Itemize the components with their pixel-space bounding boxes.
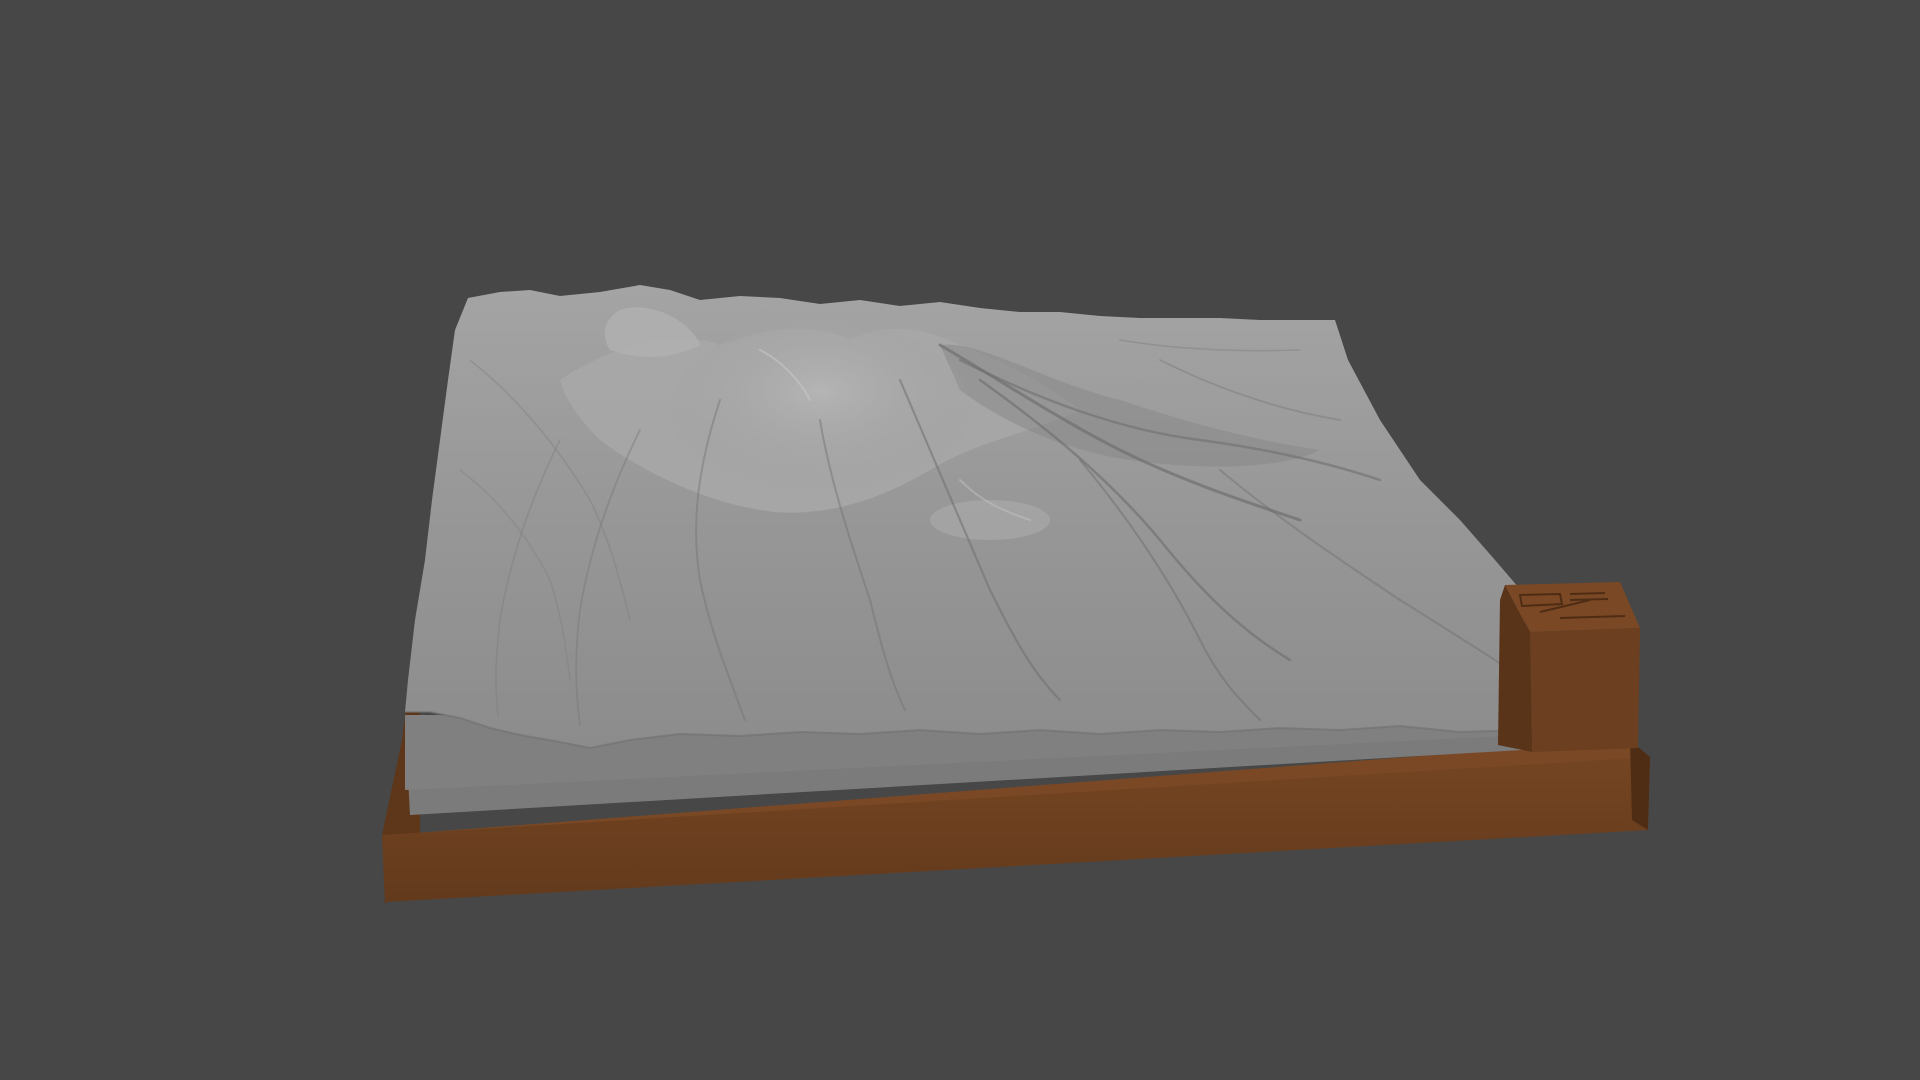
label-block xyxy=(1498,582,1640,752)
frame-right-end xyxy=(1630,740,1650,830)
3d-viewport[interactable] xyxy=(0,0,1920,1080)
terrain-model-render xyxy=(382,285,1650,905)
label-block-front xyxy=(1530,628,1640,752)
